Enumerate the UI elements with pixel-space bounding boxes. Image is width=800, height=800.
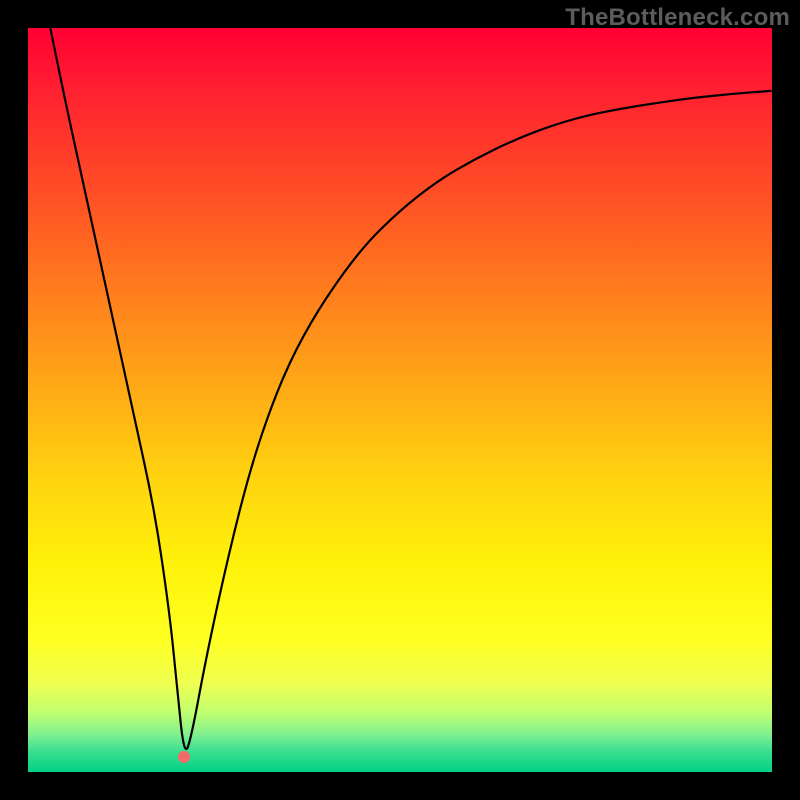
plot-area xyxy=(28,28,772,772)
bottleneck-curve xyxy=(28,28,772,772)
chart-frame: TheBottleneck.com xyxy=(0,0,800,800)
curve-path xyxy=(50,28,772,749)
